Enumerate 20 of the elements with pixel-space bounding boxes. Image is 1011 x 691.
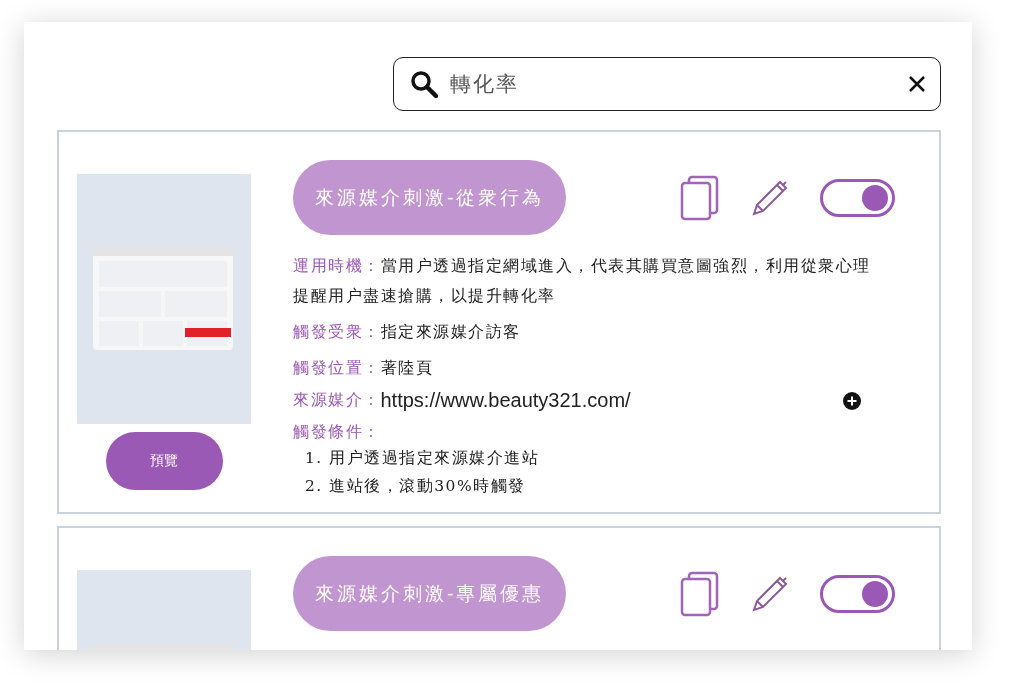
- field-label: 來源媒介：: [293, 390, 381, 411]
- search-icon: [410, 70, 438, 98]
- search-input[interactable]: 轉化率: [448, 71, 898, 97]
- field-label: 觸發條件：: [293, 423, 381, 441]
- condition-item: 2. 進站後，滾動30%時觸發: [305, 476, 527, 497]
- close-icon[interactable]: [908, 75, 926, 93]
- detail-text: 觸發位置：著陸頁: [293, 358, 434, 379]
- condition-item: 1. 用户透過指定來源媒介進站: [305, 448, 541, 469]
- toggle-switch[interactable]: [820, 178, 895, 217]
- preview-button[interactable]: 預覽: [105, 432, 223, 490]
- detail-text: 觸發受衆：指定來源媒介訪客: [293, 322, 522, 343]
- source-url: https://www.beauty321.com/: [380, 389, 631, 412]
- rule-title: 來源媒介刺激-專屬優惠: [293, 556, 567, 631]
- rule-title: 來源媒介刺激-從衆行為: [293, 160, 567, 235]
- add-icon[interactable]: [843, 391, 861, 410]
- search-field[interactable]: 轉化率: [393, 57, 941, 111]
- copy-icon[interactable]: [680, 174, 720, 221]
- toggle-switch[interactable]: [820, 574, 895, 613]
- copy-icon[interactable]: [680, 570, 720, 617]
- detail-text: 運用時機：當用户透過指定網域進入，代表其購買意圖強烈，利用從衆心理提醒用户盡速搶購，以提升轉化率: [293, 256, 872, 307]
